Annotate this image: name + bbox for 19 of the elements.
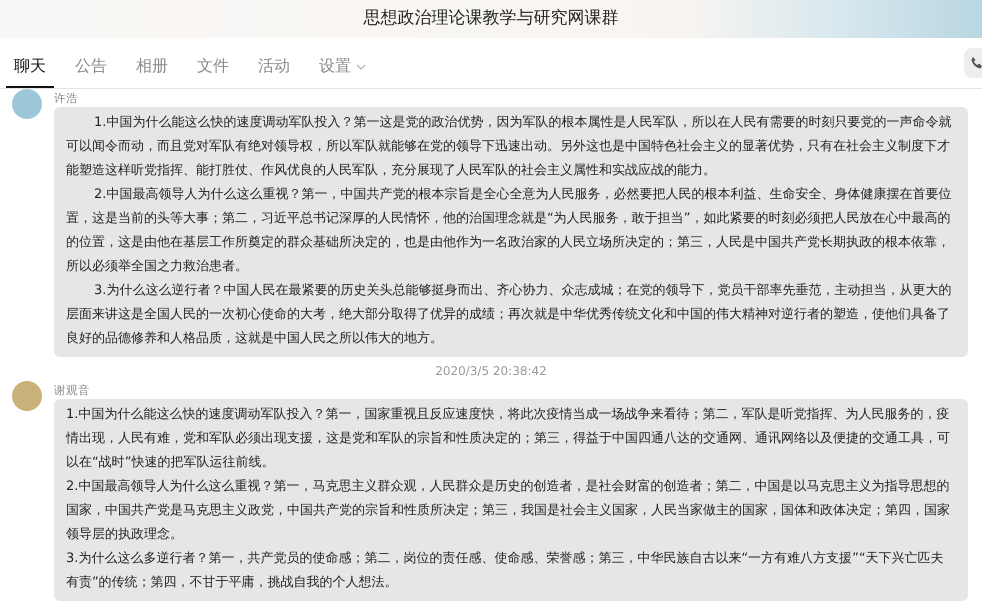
- tab[interactable]: 公告: [67, 54, 115, 88]
- message-paragraph: 1.中国为什么能这么快的速度调动军队投入？第一这是党的政治优势，因为军队的根本属性是人民军队，所以在人民有需要的时刻只要党的一声命令就可以闻令而动，而且党对军队有绝对领导权，所以军队就能够在党的领导下迅速出动。另外这也是中国特色社会主义的显著优势，只有在社会主义制度下才能塑造这样听党指挥、能打胜仗、作风优良的人民军队，充分展现了人民军队的社会主义属性和实战应战的能力。: [66, 114, 952, 180]
- avatar[interactable]: [12, 381, 42, 411]
- phone-icon: [970, 56, 982, 70]
- tab[interactable]: 设置: [311, 54, 374, 88]
- message-paragraph: 2.中国最高领导人为什么这么重视？第一，中国共产党的根本宗旨是全心全意为人民服务，必然要把人民的根本利益、生命安全、身体健康摆在首要位置，这是当前的头等大事；第二，习近平总书记深厚的人民情怀，他的治国理念就是“为人民服务，敢于担当”，如此紧要的时刻必须把人民放在心中最高的的位置，这是由他在基层工作所奠定的群众基础所决定的，也是由他作为一名政治家的人民立场所决定的；第三，人民是中国共产党长期执政的根本依靠，所以必须举全国之力救治患者。: [66, 186, 952, 276]
- tab[interactable]: 活动: [250, 54, 298, 88]
- message-paragraph: 3.为什么这么多逆行者？第一，共产党员的使命感；第二，岗位的责任感、使命感、荣誉感；第三，中华民族自古以来“一方有难八方支援”“天下兴亡匹夫有责”的传统；第四，不甘于平庸，挑战自我的个人想法。: [66, 550, 945, 592]
- window-title: 思想政治理论课教学与研究网课群: [364, 7, 618, 30]
- message-paragraph: 1.中国为什么能这么快的速度调动军队投入？第一，国家重视且反应速度快，将此次疫情当成一场战争来看待；第二，军队是听党指挥、为人民服务的，疫情出现，人民有难，党和军队必须出现支援，这是党和军队的宗旨和性质决定的；第三，得益于中国四通八达的交通网、通讯网络以及便捷的交通工具，可以在“战时”快速的把军队运往前线。: [66, 406, 951, 472]
- tab[interactable]: 文件: [189, 54, 237, 88]
- tab[interactable]: 相册: [128, 54, 176, 88]
- sender-name: 谢观音: [54, 383, 90, 397]
- timestamp: 2020/3/5 20:38:42: [435, 364, 547, 378]
- tab[interactable]: 聊天: [6, 54, 54, 88]
- message-paragraph: 2.中国最高领导人为什么这么重视？第一，马克思主义群众观，人民群众是历史的创造者，是社会财富的创造者；第二，中国是以马克思主义为指导思想的国家，中国共产党是马克思主义政党，中国共产党的宗旨和性质所决定；第三，我国是社会主义国家，人民当家做主的国家，国体和政体决定；第四，国家领导层的执政理念。: [66, 478, 951, 544]
- message-paragraph: 3.为什么这么逆行者？中国人民在最紧要的历史关头总能够挺身而出、齐心协力、众志成城；在党的领导下，党员干部率先垂范，主动担当，从更大的层面来讲这是全国人民的一次初心使命的大考，绝大部分取得了优异的成绩；再次就是中华优秀传统文化和中国的伟大精神对逆行者的塑造，使他们具备了良好的品德修养和人格品质，这就是中国人民之所以伟大的地方。: [66, 282, 952, 348]
- avatar[interactable]: [12, 89, 42, 119]
- sender-name: 许浩: [54, 91, 78, 105]
